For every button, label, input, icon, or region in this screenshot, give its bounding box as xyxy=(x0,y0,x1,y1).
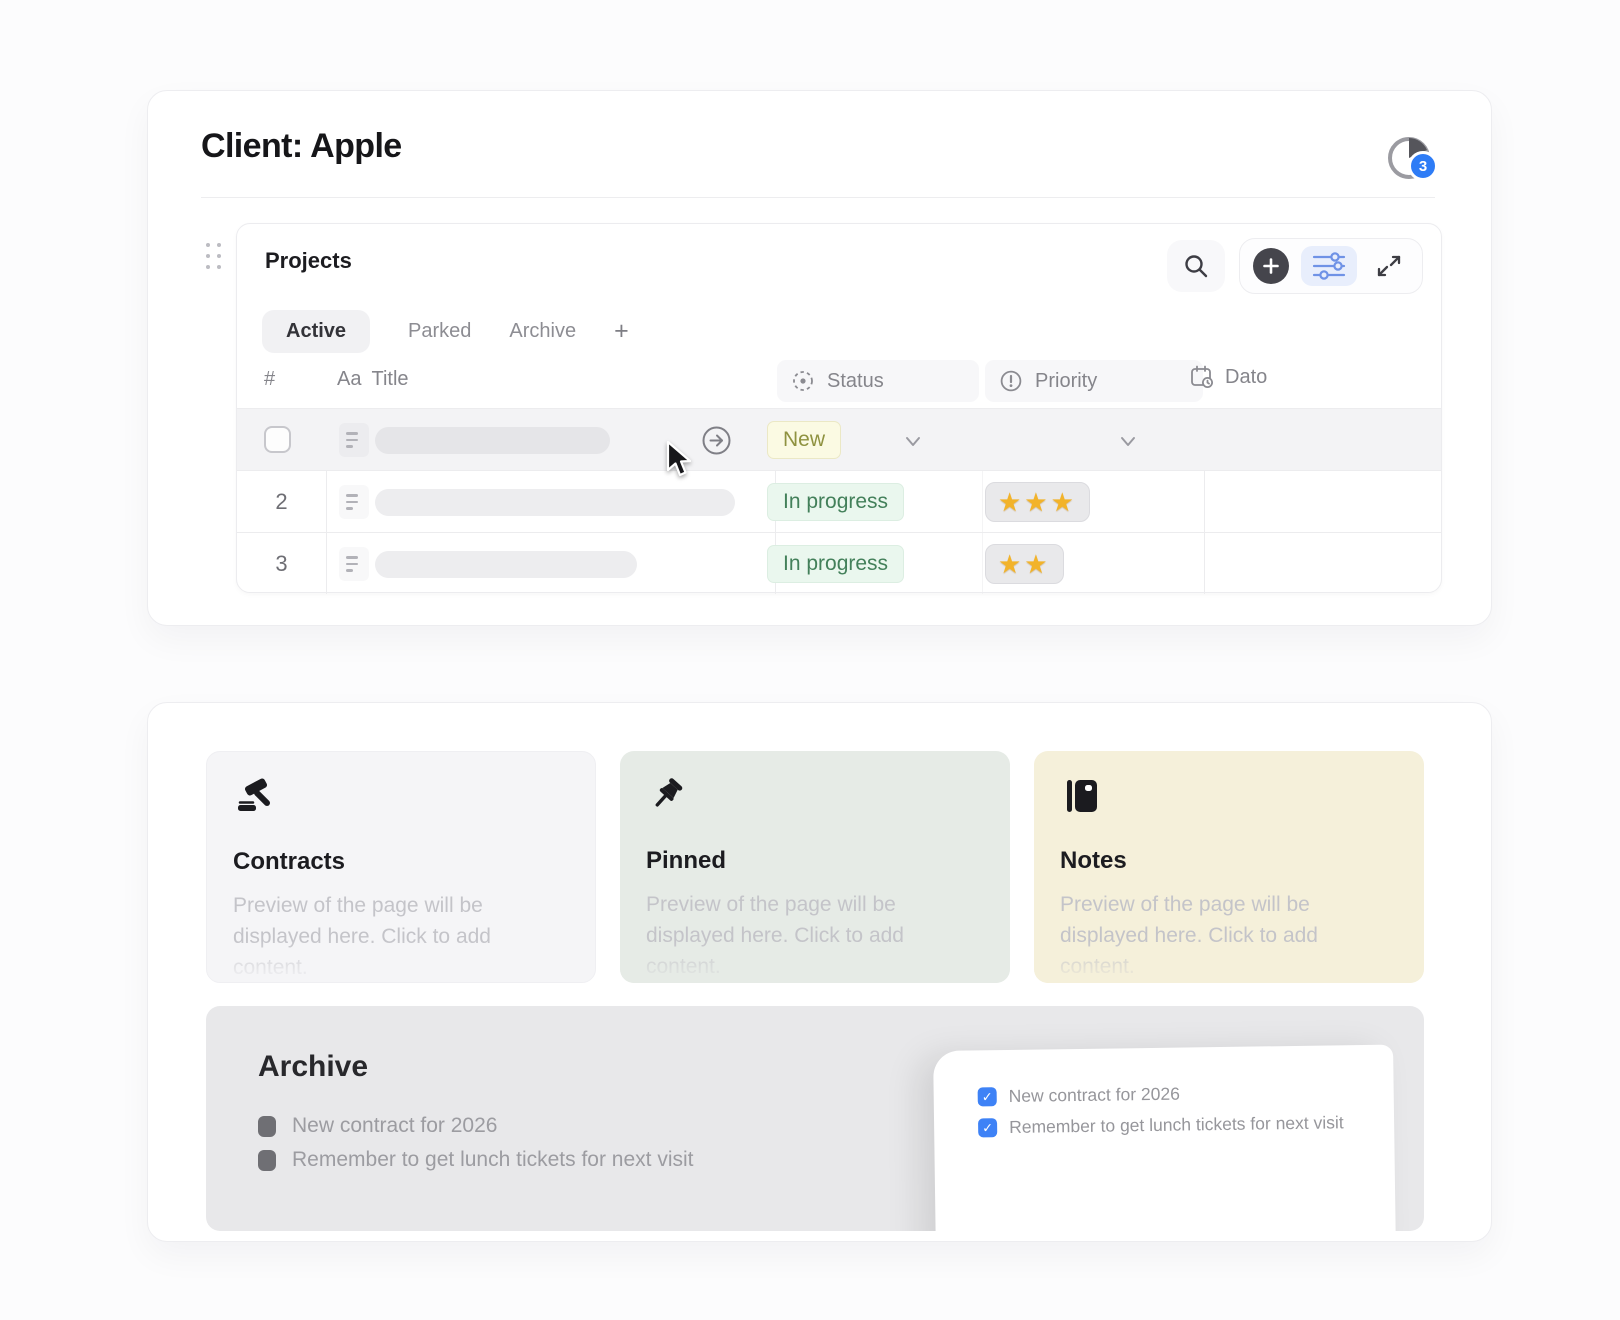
card-title: Contracts xyxy=(233,848,569,876)
status-badge[interactable]: New xyxy=(767,421,841,459)
drag-handle-icon[interactable] xyxy=(206,243,224,273)
add-row-button[interactable] xyxy=(1253,248,1289,284)
row-checkbox[interactable] xyxy=(264,426,291,453)
view-tabs: Active Parked Archive + xyxy=(262,310,629,353)
table-row[interactable]: 2 In progress ★★★ xyxy=(237,471,1441,533)
card-title: Pinned xyxy=(646,847,984,875)
checkbox-checked-icon: ✓ xyxy=(978,1087,997,1106)
status-badge[interactable]: In progress xyxy=(767,483,904,521)
tab-active[interactable]: Active xyxy=(262,310,370,353)
page-card-pinned[interactable]: Pinned Preview of the page will be displ… xyxy=(620,751,1010,983)
card-preview-text: Preview of the page will be displayed he… xyxy=(646,889,956,982)
preview-todo-item: ✓ Remember to get lunch tickets for next… xyxy=(978,1112,1394,1139)
column-header-number[interactable]: # xyxy=(264,368,275,391)
page-lines-icon xyxy=(339,485,369,519)
filter-settings-button[interactable] xyxy=(1301,246,1357,286)
page-lines-icon xyxy=(339,423,369,457)
time-tracker-button[interactable]: 3 xyxy=(1386,131,1444,185)
archive-todo-item: Remember to get lunch tickets for next v… xyxy=(258,1148,694,1172)
time-badge: 3 xyxy=(1408,151,1438,181)
column-header-status[interactable]: Status xyxy=(777,360,979,402)
title-placeholder xyxy=(375,427,610,454)
status-target-icon xyxy=(791,369,815,393)
plus-icon xyxy=(1262,257,1280,275)
card-preview-text: Preview of the page will be displayed he… xyxy=(233,890,543,983)
table-header: # Aa Title Status xyxy=(237,358,1441,408)
priority-stars[interactable]: ★★★ xyxy=(985,482,1090,522)
filter-sliders-icon xyxy=(1311,252,1347,280)
table-row[interactable]: New xyxy=(237,409,1441,471)
row-number: 2 xyxy=(237,471,326,533)
projects-toolbar xyxy=(1167,238,1423,294)
todo-checkbox-icon xyxy=(258,1150,276,1171)
title-placeholder xyxy=(375,551,637,578)
row-number: 3 xyxy=(237,533,326,594)
open-page-button[interactable] xyxy=(701,425,732,456)
column-header-priority[interactable]: Priority xyxy=(985,360,1203,402)
toolbar-button-group xyxy=(1239,238,1423,294)
search-button[interactable] xyxy=(1167,240,1225,292)
priority-stars[interactable]: ★★ xyxy=(985,544,1064,584)
table-body: New 2 In progress ★★★ 3 xyxy=(237,408,1441,594)
expand-button[interactable] xyxy=(1369,246,1409,286)
priority-alert-icon xyxy=(999,369,1023,393)
projects-title: Projects xyxy=(265,248,352,274)
gavel-icon xyxy=(233,776,569,820)
text-type-icon: Aa xyxy=(337,368,361,391)
column-header-date[interactable]: Dato xyxy=(1189,364,1267,390)
archive-section-card[interactable]: Archive New contract for 2026 Remember t… xyxy=(206,1006,1424,1231)
client-page-card: Client: Apple 3 Projects xyxy=(147,90,1492,626)
page-lines-icon xyxy=(339,547,369,581)
preview-todo-item: ✓ New contract for 2026 xyxy=(978,1081,1394,1108)
table-row[interactable]: 3 In progress ★★ xyxy=(237,533,1441,594)
calendar-icon xyxy=(1189,364,1215,390)
archive-title: Archive xyxy=(258,1050,368,1084)
chevron-down-icon[interactable] xyxy=(900,428,926,454)
divider xyxy=(201,197,1435,198)
chevron-down-icon[interactable] xyxy=(1115,428,1141,454)
card-preview-text: Preview of the page will be displayed he… xyxy=(1060,889,1370,982)
status-badge[interactable]: In progress xyxy=(767,545,904,583)
projects-database-block: Projects xyxy=(236,223,1442,593)
search-icon xyxy=(1182,252,1210,280)
page-title: Client: Apple xyxy=(201,127,402,166)
page-card-contracts[interactable]: Contracts Preview of the page will be di… xyxy=(206,751,596,983)
checkbox-checked-icon: ✓ xyxy=(978,1118,997,1137)
open-arrow-icon xyxy=(701,425,732,456)
todo-checkbox-icon xyxy=(258,1116,276,1137)
column-header-title[interactable]: Aa Title xyxy=(337,368,409,391)
title-placeholder xyxy=(375,489,735,516)
tab-parked[interactable]: Parked xyxy=(408,320,471,343)
tab-archive[interactable]: Archive xyxy=(509,320,576,343)
card-title: Notes xyxy=(1060,847,1398,875)
add-view-tab-button[interactable]: + xyxy=(614,317,629,346)
notebook-icon xyxy=(1060,775,1398,819)
archive-todo-item: New contract for 2026 xyxy=(258,1114,497,1138)
archive-page-preview: ✓ New contract for 2026 ✓ Remember to ge… xyxy=(933,1045,1396,1231)
expand-icon xyxy=(1374,251,1404,281)
pushpin-icon xyxy=(646,775,984,819)
page-card-notes[interactable]: Notes Preview of the page will be displa… xyxy=(1034,751,1424,983)
content-section-card: Contracts Preview of the page will be di… xyxy=(147,702,1492,1242)
